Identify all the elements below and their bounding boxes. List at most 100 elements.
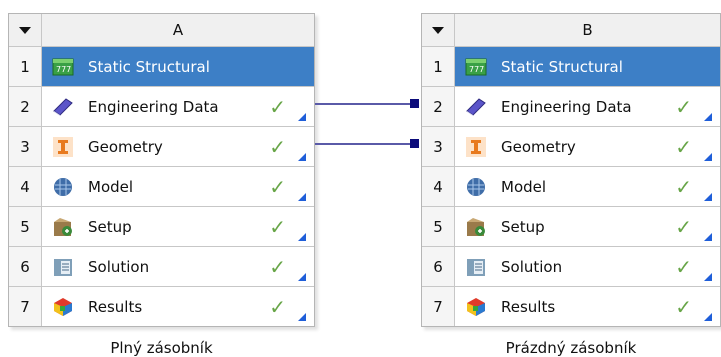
checkmark-icon: ✓ [675,175,692,199]
geometry-icon [50,136,76,158]
cell-label: Results [501,297,556,316]
row-number: 2 [9,87,42,126]
row-number: 5 [9,207,42,246]
row-number: 3 [9,127,42,166]
engineering-data-icon [463,96,489,118]
system-title: Static Structural [501,57,623,76]
system-b-caption[interactable]: Prázdný zásobník [421,339,721,357]
system-a-table: A 1 777 Static Structural 2 Engineering … [8,13,315,327]
static-structural-icon: 777 [50,56,76,78]
checkmark-icon: ✓ [675,215,692,239]
model-icon [463,176,489,198]
corner-triangle-icon [298,193,306,201]
engineering-data-link-port [410,99,419,108]
corner-triangle-icon [704,193,712,201]
corner-triangle-icon [704,153,712,161]
svg-text:777: 777 [56,65,71,74]
system-b-column-letter: B [455,14,720,46]
checkmark-icon: ✓ [269,215,286,239]
checkmark-icon: ✓ [269,135,286,159]
cell-label: Engineering Data [88,97,219,116]
setup-icon [463,216,489,238]
system-a-column-letter: A [42,14,314,46]
engineering-data-link[interactable] [315,103,411,105]
corner-triangle-icon [298,273,306,281]
geometry-link-port [410,139,419,148]
system-a-row-3[interactable]: 3 Geometry ✓ [9,126,314,166]
corner-triangle-icon [704,273,712,281]
results-icon [463,296,489,318]
model-icon [50,176,76,198]
checkmark-icon: ✓ [675,95,692,119]
corner-triangle-icon [704,233,712,241]
cell-label: Solution [88,257,150,276]
system-a-row-7[interactable]: 7 Results ✓ [9,286,314,326]
row-number: 6 [9,247,42,286]
system-b-menu-button[interactable] [422,14,455,46]
cell-label: Engineering Data [501,97,632,116]
cell-label: Results [88,297,143,316]
system-b[interactable]: B 1 777 Static Structural 2 Engineering … [421,13,721,357]
system-a-row-1[interactable]: 1 777 Static Structural [9,46,314,86]
geometry-icon [463,136,489,158]
checkmark-icon: ✓ [269,295,286,319]
corner-triangle-icon [298,313,306,321]
dropdown-arrow-icon [19,26,31,34]
system-a-row-5[interactable]: 5 Setup ✓ [9,206,314,246]
checkmark-icon: ✓ [675,135,692,159]
system-a-row-2[interactable]: 2 Engineering Data ✓ [9,86,314,126]
row-number: 5 [422,207,455,246]
row-number: 1 [9,47,42,86]
system-b-row-4[interactable]: 4 Model ✓ [422,166,720,206]
row-number: 1 [422,47,455,86]
system-b-row-1[interactable]: 1 777 Static Structural [422,46,720,86]
system-a-caption[interactable]: Plný zásobník [8,339,315,357]
row-number: 4 [422,167,455,206]
cell-label: Model [88,177,134,196]
system-b-header: B [422,14,720,46]
system-b-row-3[interactable]: 3 Geometry ✓ [422,126,720,166]
corner-triangle-icon [298,233,306,241]
setup-icon [50,216,76,238]
checkmark-icon: ✓ [269,175,286,199]
cell-label: Setup [88,217,132,236]
cell-label: Geometry [88,137,163,156]
system-a-row-6[interactable]: 6 Solution ✓ [9,246,314,286]
system-b-row-2[interactable]: 2 Engineering Data ✓ [422,86,720,126]
system-a[interactable]: A 1 777 Static Structural 2 Engineering … [8,13,315,357]
solution-icon [463,256,489,278]
results-icon [50,296,76,318]
row-number: 7 [422,287,455,326]
checkmark-icon: ✓ [269,255,286,279]
system-a-menu-button[interactable] [9,14,42,46]
system-b-row-5[interactable]: 5 Setup ✓ [422,206,720,246]
row-number: 7 [9,287,42,326]
cell-label: Setup [501,217,545,236]
svg-text:777: 777 [469,65,484,74]
system-title: Static Structural [88,57,210,76]
static-structural-icon: 777 [463,56,489,78]
system-b-row-7[interactable]: 7 Results ✓ [422,286,720,326]
cell-label: Geometry [501,137,576,156]
cell-label: Solution [501,257,563,276]
row-number: 3 [422,127,455,166]
corner-triangle-icon [704,113,712,121]
engineering-data-icon [50,96,76,118]
corner-triangle-icon [298,153,306,161]
corner-triangle-icon [298,113,306,121]
checkmark-icon: ✓ [675,255,692,279]
row-number: 6 [422,247,455,286]
checkmark-icon: ✓ [269,95,286,119]
checkmark-icon: ✓ [675,295,692,319]
corner-triangle-icon [704,313,712,321]
cell-label: Model [501,177,547,196]
system-b-table: B 1 777 Static Structural 2 Engineering … [421,13,721,327]
system-a-header: A [9,14,314,46]
system-b-row-6[interactable]: 6 Solution ✓ [422,246,720,286]
row-number: 2 [422,87,455,126]
solution-icon [50,256,76,278]
geometry-link[interactable] [315,143,411,145]
row-number: 4 [9,167,42,206]
system-a-row-4[interactable]: 4 Model ✓ [9,166,314,206]
dropdown-arrow-icon [432,26,444,34]
